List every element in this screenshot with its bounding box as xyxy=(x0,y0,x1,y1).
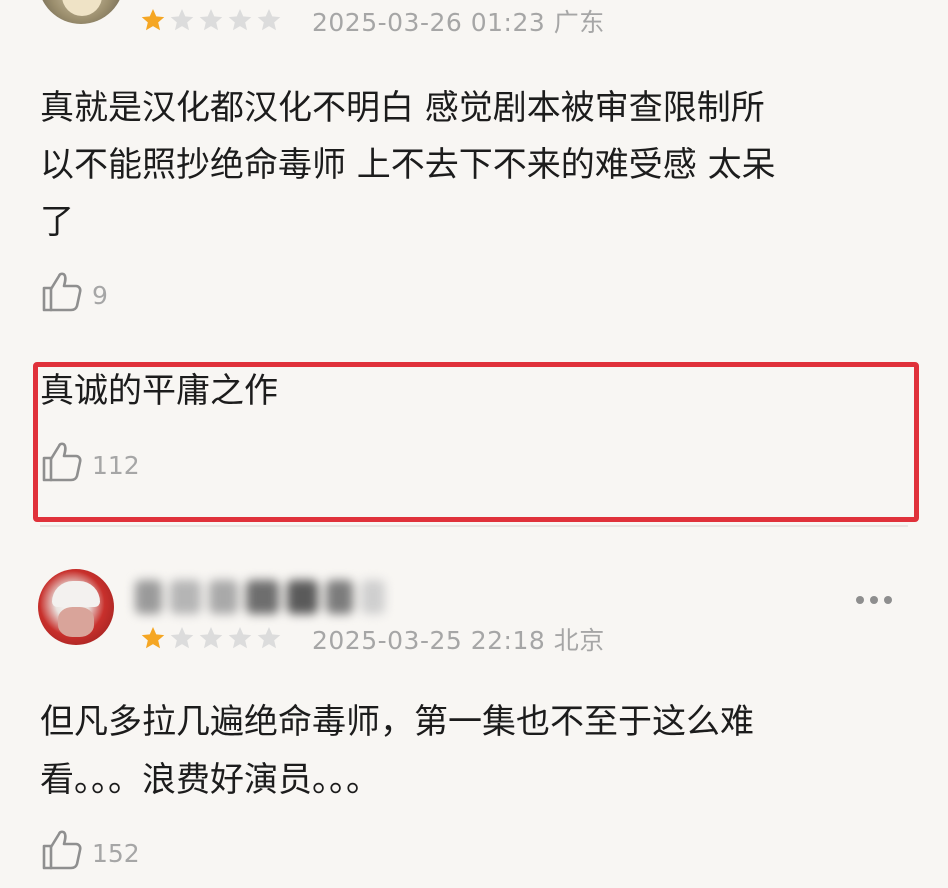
comment-text-line: 以不能照抄绝命毒师 上不去下不来的难受感 太呆 xyxy=(40,145,776,185)
comment-meta: 2025-03-25 22:18 北京 xyxy=(312,626,605,655)
more-dots-icon xyxy=(856,596,864,604)
avatar-face xyxy=(62,0,102,16)
like-count: 152 xyxy=(92,839,140,868)
avatar[interactable] xyxy=(38,0,124,24)
comment-text-line: 看。。。浪费好演员。。。 xyxy=(40,760,380,800)
star-empty-icon xyxy=(228,626,252,649)
comment-text-line: 但凡多拉几遍绝命毒师，第一集也不至于这么难 xyxy=(40,702,754,742)
thumbs-up-icon xyxy=(42,830,82,870)
comment-text-line: 了 xyxy=(40,202,74,242)
divider xyxy=(40,525,908,527)
reply-text: 真诚的平庸之作 xyxy=(40,371,278,411)
star-filled-icon xyxy=(141,626,165,649)
star-empty-icon xyxy=(170,626,194,649)
thumbs-up-icon xyxy=(42,442,82,482)
star-empty-icon xyxy=(228,8,252,31)
star-empty-icon xyxy=(257,626,281,649)
avatar[interactable] xyxy=(38,569,114,645)
star-empty-icon xyxy=(199,8,223,31)
like-count: 9 xyxy=(92,281,108,310)
thumbs-up-icon xyxy=(42,272,82,312)
more-options-button[interactable] xyxy=(856,596,892,604)
rating-stars xyxy=(140,7,282,33)
star-empty-icon xyxy=(257,8,281,31)
rating-stars xyxy=(140,625,282,651)
avatar-cap xyxy=(52,581,100,607)
avatar-face xyxy=(58,607,94,637)
like-button[interactable]: 9 xyxy=(40,268,108,314)
like-button[interactable]: 152 xyxy=(40,826,140,872)
comment-text-line: 真就是汉化都汉化不明白 感觉剧本被审查限制所 xyxy=(40,88,765,128)
star-empty-icon xyxy=(170,8,194,31)
star-filled-icon xyxy=(141,8,165,31)
like-count: 112 xyxy=(92,451,140,480)
username-blurred[interactable] xyxy=(135,575,385,619)
star-empty-icon xyxy=(199,626,223,649)
reply-like-button[interactable]: 112 xyxy=(40,438,140,484)
comment-meta: 2025-03-26 01:23 广东 xyxy=(312,8,605,37)
